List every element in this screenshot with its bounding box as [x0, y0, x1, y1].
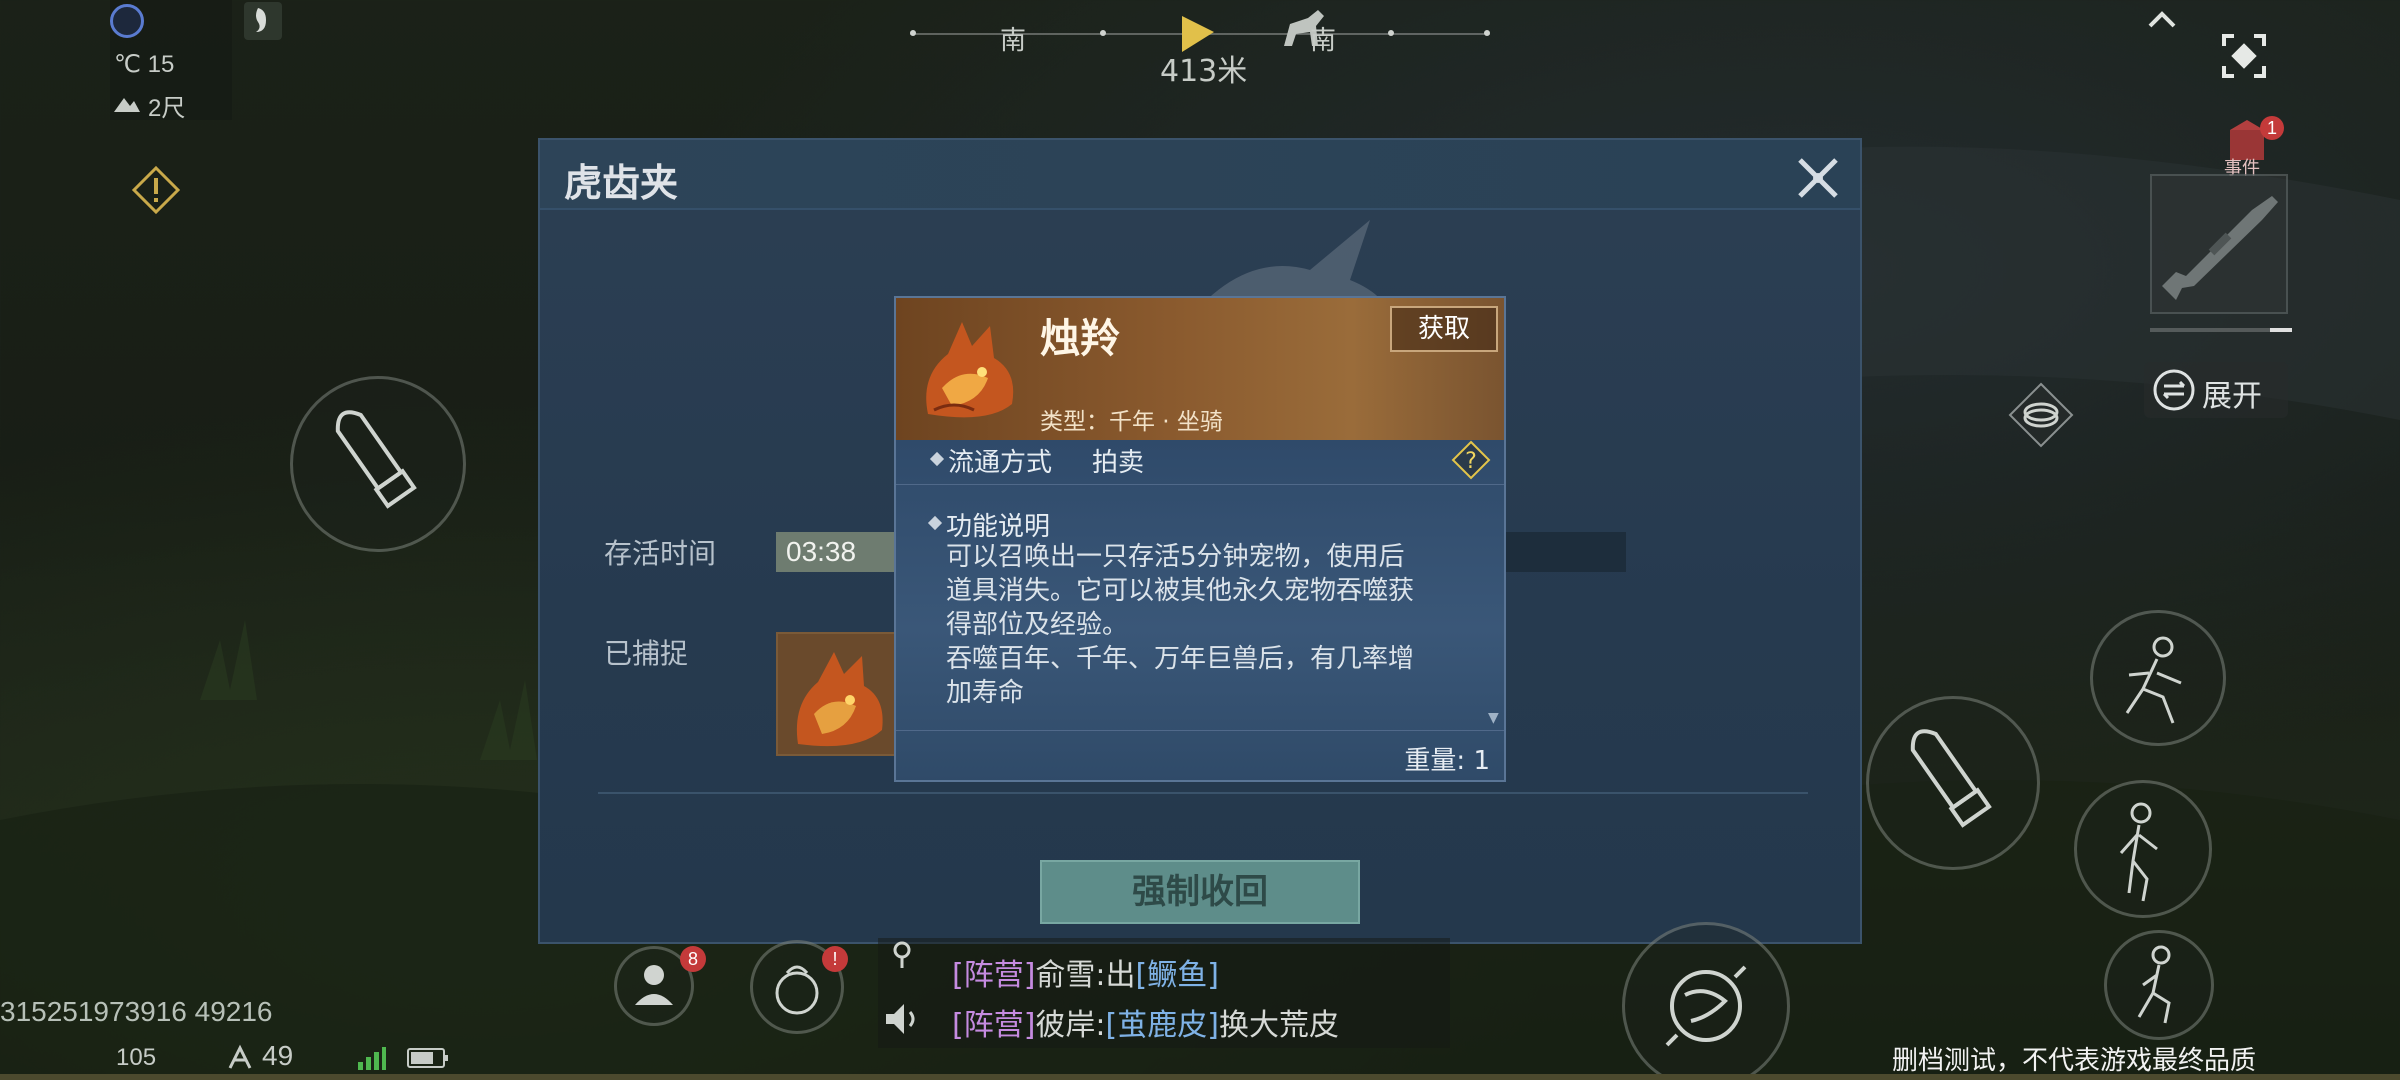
survival-time-label: 存活时间: [604, 537, 717, 570]
scroll-down-icon[interactable]: ▼: [1488, 710, 1499, 726]
height-text: 2尺: [148, 95, 186, 122]
function-line: 加寿命: [946, 678, 1025, 708]
item-type: 类型：千年 · 坐骑: [1040, 409, 1223, 435]
chat-item-link[interactable]: [茧鹿皮]: [1106, 1008, 1219, 1043]
function-line: 得部位及经验。: [946, 610, 1129, 640]
bag-badge: 8: [680, 946, 706, 972]
item-tooltip: 烛羚 获取 类型：千年 · 坐骑 流通方式 拍卖 ? 功能说明 可以召唤出一只存…: [894, 296, 1506, 782]
mountain-icon: [112, 92, 142, 118]
compass-tick: [1100, 30, 1106, 36]
section-divider: [896, 484, 1504, 485]
compass-tick: [910, 30, 916, 36]
dialog-title: 虎齿夹: [564, 161, 679, 205]
chat-message: [阵营]彼岸:[茧鹿皮]换大荒皮: [952, 1000, 1339, 1044]
map-button[interactable]: [1622, 922, 1790, 1080]
crouch-button[interactable]: [2104, 930, 2214, 1040]
expand-button[interactable]: 展开: [2144, 362, 2288, 418]
function-line: 道具消失。它可以被其他永久宠物吞噬获: [946, 576, 1415, 606]
lens-icon[interactable]: [2006, 380, 2076, 450]
close-button[interactable]: [1792, 152, 1844, 204]
temperature-text: ℃ 15: [114, 51, 175, 78]
bullet-icon: [927, 515, 943, 531]
event-badge: 1: [2260, 116, 2284, 140]
compass-direction-left: 南: [1000, 26, 1027, 56]
compass-distance: 413米: [1160, 54, 1248, 89]
bottom-strip: [0, 1074, 2400, 1080]
compass-status-icon: [110, 4, 144, 38]
disclaimer-text: 删档测试，不代表游戏最终品质: [1892, 1046, 2257, 1076]
chat-sender: 俞雪:出: [1035, 958, 1136, 993]
item-icon: [914, 314, 1024, 424]
get-button[interactable]: 获取: [1390, 306, 1498, 352]
chat-message: [阵营]俞雪:出[鳜鱼]: [952, 950, 1219, 994]
expand-label: 展开: [2202, 379, 2262, 414]
chat-suffix: 换大荒皮: [1218, 1008, 1339, 1043]
ammo-skill-button-left[interactable]: [290, 376, 466, 552]
close-icon: [1798, 158, 1838, 198]
battery-icon: [406, 1046, 450, 1074]
force-recall-button[interactable]: 强制收回: [1040, 860, 1360, 924]
circulation-value: 拍卖: [1092, 448, 1145, 478]
pin-icon[interactable]: [888, 940, 916, 972]
compass-tick: [1388, 30, 1394, 36]
sprint-button[interactable]: [2090, 610, 2226, 746]
function-line: 吞噬百年、千年、万年巨兽后，有几率增: [946, 644, 1415, 674]
level-text: 105: [116, 1044, 157, 1071]
chat-item-link[interactable]: [鳜鱼]: [1136, 958, 1219, 993]
compass-direction-right: 南: [1310, 26, 1337, 56]
circulation-label: 流通方式: [948, 448, 1053, 478]
svg-text:?: ?: [1465, 449, 1477, 474]
captured-pet-thumbnail[interactable]: [776, 632, 900, 756]
item-details[interactable]: 流通方式 拍卖 ? 功能说明 可以召唤出一只存活5分钟宠物，使用后 道具消失。它…: [896, 440, 1504, 780]
function-line: 可以召唤出一只存活5分钟宠物，使用后: [946, 542, 1405, 572]
collapse-arrow-icon[interactable]: [2144, 8, 2180, 36]
weapon-slot[interactable]: [2150, 174, 2288, 314]
dialog-header: 虎齿夹: [540, 140, 1860, 210]
jump-button[interactable]: [2074, 780, 2212, 918]
weapon-slot-indicator: [2150, 328, 2292, 332]
compass-tick: [1484, 30, 1490, 36]
item-header: 烛羚 获取 类型：千年 · 坐骑: [896, 298, 1504, 440]
function-title: 功能说明: [946, 512, 1051, 542]
signal-ping-icon: [226, 1044, 256, 1076]
help-icon[interactable]: ?: [1451, 440, 1491, 480]
screenshot-icon[interactable]: [2220, 32, 2268, 80]
captured-label: 已捕捉: [604, 637, 689, 670]
dialog-divider: [598, 792, 1808, 794]
speaker-icon[interactable]: [880, 998, 922, 1040]
player-id: 315251973916 49216: [0, 996, 273, 1027]
ammo-skill-button-right[interactable]: [1866, 696, 2040, 870]
chat-channel-tag: [阵营]: [952, 958, 1036, 993]
network-signal-icon: [356, 1046, 386, 1074]
section-divider: [896, 730, 1504, 731]
gather-alert-badge: !: [822, 946, 848, 972]
stomach-icon[interactable]: [244, 2, 282, 40]
bullet-icon: [929, 451, 945, 467]
warning-icon[interactable]: [130, 164, 182, 220]
ping-text: 49: [262, 1040, 294, 1071]
item-name: 烛羚: [1040, 316, 1120, 362]
chat-sender: 彼岸:: [1035, 1008, 1106, 1043]
chat-channel-tag: [阵营]: [952, 1008, 1036, 1043]
item-weight: 重量: 1: [1404, 746, 1490, 776]
